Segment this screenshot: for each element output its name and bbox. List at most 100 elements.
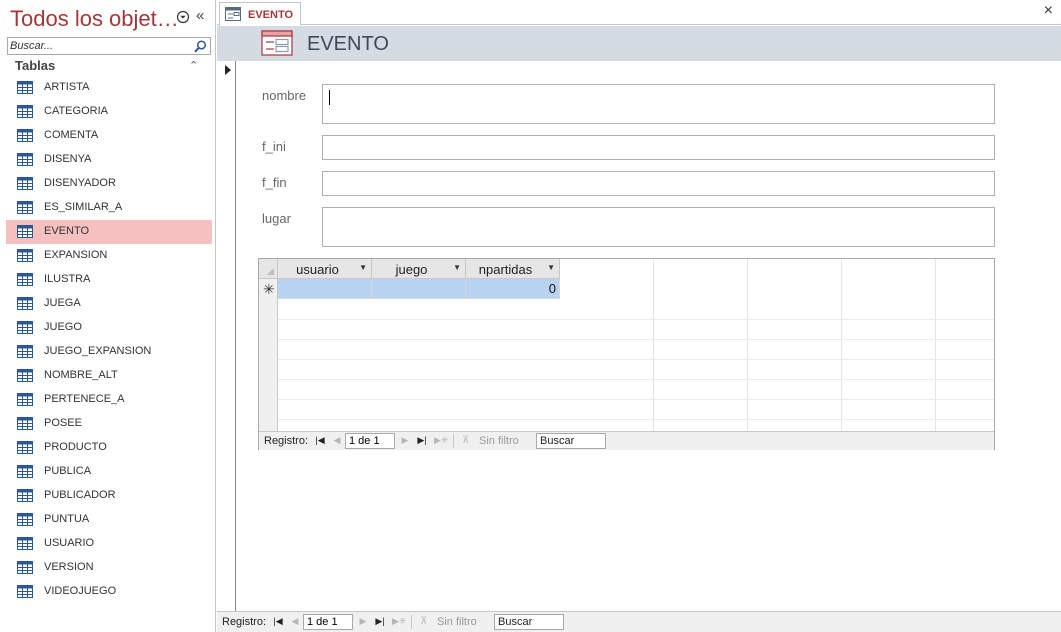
nav-group-tables[interactable]: Tablas ⌃ <box>0 57 216 75</box>
nav-item-label: DISENYA <box>44 153 92 165</box>
nav-item-juego-expansion[interactable]: JUEGO_EXPANSION <box>6 340 212 364</box>
nav-item-categoria[interactable]: CATEGORIA <box>6 100 212 124</box>
form-search-input[interactable] <box>494 614 564 630</box>
datasheet-grid: usuario ▼ juego ▼ npartidas ▼ ✳ 0 <box>259 259 994 431</box>
collapse-pane-icon[interactable]: « <box>196 8 210 24</box>
column-header-usuario[interactable]: usuario ▼ <box>278 259 372 279</box>
nav-item-label: PRODUCTO <box>44 441 107 453</box>
dropdown-circle-icon[interactable] <box>176 10 190 24</box>
table-icon <box>17 129 33 142</box>
column-header-label: usuario <box>296 262 339 277</box>
table-icon <box>17 201 33 214</box>
nav-item-label: VIDEOJUEGO <box>44 585 117 597</box>
table-icon <box>17 441 33 454</box>
nombre-field[interactable] <box>322 84 995 124</box>
nav-item-producto[interactable]: PRODUCTO <box>6 436 212 460</box>
table-icon <box>17 369 33 382</box>
nav-item-juega[interactable]: JUEGA <box>6 292 212 316</box>
gridline <box>278 399 994 400</box>
gridline <box>278 339 994 340</box>
new-record-nav-icon[interactable]: ▶✳ <box>434 435 448 446</box>
separator <box>411 615 412 629</box>
next-record-icon[interactable]: ▶ <box>400 435 410 446</box>
last-record-icon[interactable]: ▶| <box>417 435 427 446</box>
search-icon[interactable] <box>193 39 208 54</box>
nav-item-label: EXPANSION <box>44 249 108 261</box>
table-icon <box>17 321 33 334</box>
previous-record-icon[interactable]: ◀ <box>290 616 300 627</box>
nav-item-posee[interactable]: POSEE <box>6 412 212 436</box>
dropdown-arrow-icon[interactable]: ▼ <box>453 263 461 272</box>
filter-status[interactable]: Sin filtro <box>437 616 477 628</box>
column-header-npartidas[interactable]: npartidas ▼ <box>466 259 560 279</box>
nav-title[interactable]: Todos los objet… <box>10 6 179 32</box>
dropdown-arrow-icon[interactable]: ▼ <box>359 263 367 272</box>
nav-item-pertenece-a[interactable]: PERTENECE_A <box>6 388 212 412</box>
field-label-f-fin: f_fin <box>262 175 287 190</box>
nav-item-ilustra[interactable]: ILUSTRA <box>6 268 212 292</box>
nav-search-input[interactable] <box>8 38 192 54</box>
nav-item-label: VERSION <box>44 561 94 573</box>
new-record-icon: ✳ <box>263 281 275 297</box>
cell-juego[interactable] <box>372 279 466 299</box>
nav-item-puntua[interactable]: PUNTUA <box>6 508 212 532</box>
f-fin-field[interactable] <box>322 171 995 196</box>
record-selector[interactable] <box>217 61 236 611</box>
gridline <box>841 259 842 431</box>
nav-item-disenyador[interactable]: DISENYADOR <box>6 172 212 196</box>
current-record-input[interactable] <box>345 433 395 449</box>
dropdown-arrow-icon[interactable]: ▼ <box>547 263 555 272</box>
column-header-label: juego <box>395 262 428 277</box>
nav-item-label: USUARIO <box>44 537 95 549</box>
cell-npartidas[interactable]: 0 <box>466 279 560 299</box>
nav-item-label: PUNTUA <box>44 513 90 525</box>
previous-record-icon[interactable]: ◀ <box>332 435 342 446</box>
select-all-corner[interactable] <box>259 259 278 279</box>
nav-item-artista[interactable]: ARTISTA <box>6 76 212 100</box>
nav-group-label: Tablas <box>15 58 56 73</box>
gridline <box>278 359 994 360</box>
separator <box>453 434 454 448</box>
last-record-icon[interactable]: ▶| <box>375 616 385 627</box>
nav-item-es-similar-a[interactable]: ES_SIMILAR_A <box>6 196 212 220</box>
nav-item-usuario[interactable]: USUARIO <box>6 532 212 556</box>
tab-label: EVENTO <box>248 9 294 21</box>
nav-item-publica[interactable]: PUBLICA <box>6 460 212 484</box>
nav-item-evento[interactable]: EVENTO <box>6 220 212 244</box>
field-label-nombre: nombre <box>262 88 307 103</box>
nav-item-label: ILUSTRA <box>44 273 91 285</box>
first-record-icon[interactable]: |◀ <box>315 435 325 446</box>
lugar-field[interactable] <box>322 207 995 247</box>
gridline <box>278 379 994 380</box>
close-icon[interactable]: × <box>1044 2 1053 20</box>
chevron-up-double-icon[interactable]: ⌃ <box>189 59 198 72</box>
subform-search-input[interactable] <box>536 433 606 449</box>
nav-item-label: COMENTA <box>44 129 99 141</box>
table-icon <box>17 489 33 502</box>
row-selector-column[interactable]: ✳ <box>259 279 278 431</box>
column-header-juego[interactable]: juego ▼ <box>372 259 466 279</box>
tab-evento[interactable]: EVENTO <box>219 2 301 26</box>
subform-datasheet: usuario ▼ juego ▼ npartidas ▼ ✳ 0 Regist… <box>258 258 995 450</box>
nav-item-version[interactable]: VERSION <box>6 556 212 580</box>
nav-item-videojuego[interactable]: VIDEOJUEGO <box>6 580 212 604</box>
table-icon <box>17 297 33 310</box>
nav-item-juego[interactable]: JUEGO <box>6 316 212 340</box>
cell-usuario[interactable] <box>278 279 372 299</box>
nav-item-comenta[interactable]: COMENTA <box>6 124 212 148</box>
current-record-input[interactable] <box>303 614 353 630</box>
f-ini-field[interactable] <box>322 135 995 160</box>
nav-item-disenya[interactable]: DISENYA <box>6 148 212 172</box>
form-icon <box>225 7 241 21</box>
nav-item-label: JUEGO <box>44 321 82 333</box>
next-record-icon[interactable]: ▶ <box>358 616 368 627</box>
nav-item-publicador[interactable]: PUBLICADOR <box>6 484 212 508</box>
nav-item-label: EVENTO <box>44 225 90 237</box>
new-record-nav-icon[interactable]: ▶✳ <box>392 616 406 627</box>
table-icon <box>17 585 33 598</box>
first-record-icon[interactable]: |◀ <box>273 616 283 627</box>
nav-item-expansion[interactable]: EXPANSION <box>6 244 212 268</box>
nav-item-nombre-alt[interactable]: NOMBRE_ALT <box>6 364 212 388</box>
filter-status[interactable]: Sin filtro <box>479 435 519 447</box>
table-icon <box>17 537 33 550</box>
